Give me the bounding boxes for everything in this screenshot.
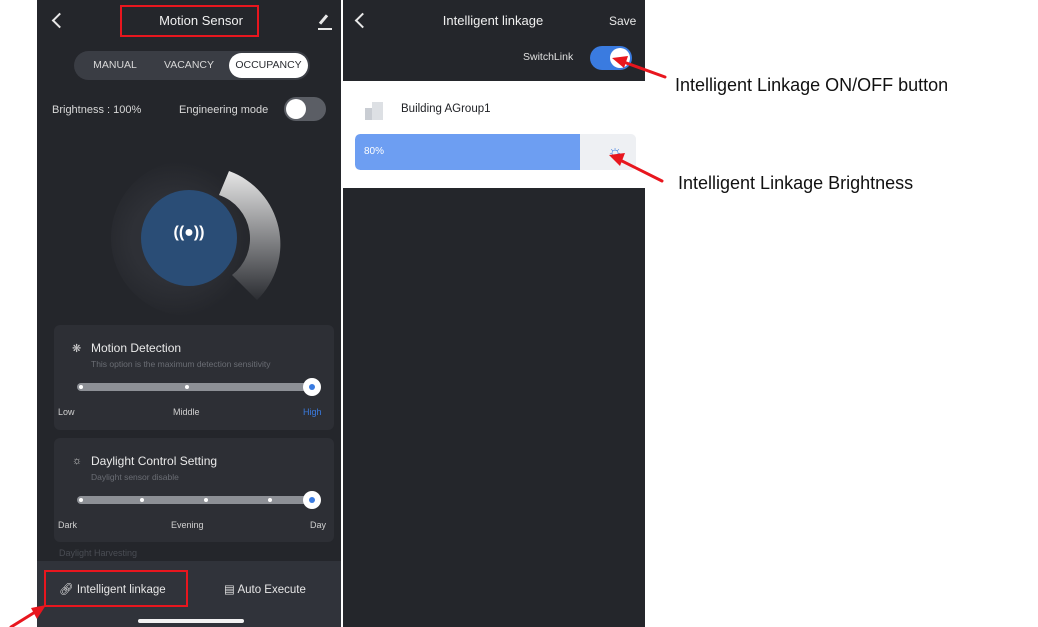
annotation-arrows <box>9 56 667 627</box>
